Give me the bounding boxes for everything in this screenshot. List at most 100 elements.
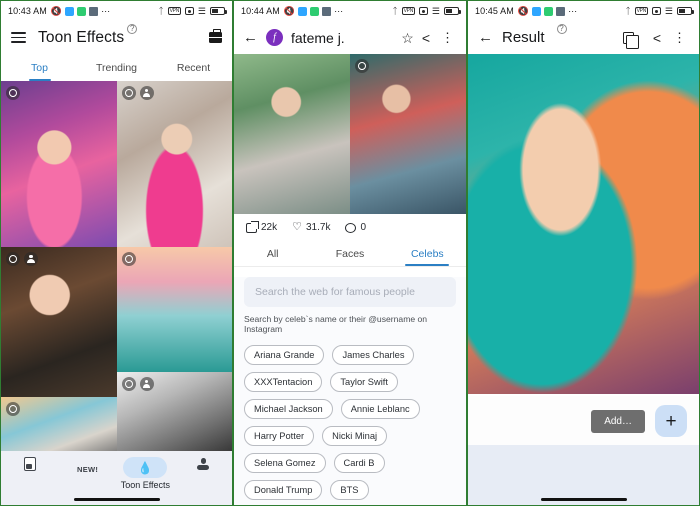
grid-item[interactable] [1,397,117,453]
search-hint-text: Search by celeb`s name or their @usernam… [244,314,428,334]
cast-icon [651,7,661,15]
help-icon[interactable]: ? [556,24,567,34]
nav-item-new[interactable]: NEW! [59,457,117,474]
green-app-icon [77,6,87,16]
overflow-menu-icon[interactable]: ⋮ [438,31,457,44]
home-indicator [73,497,160,501]
photo-original[interactable] [234,54,350,214]
more-dots-icon: ⋯ [334,5,344,16]
status-bar-clock: 10:45 AM [475,6,514,16]
share-icon[interactable]: < [653,31,661,45]
phone-screen-result: 10:45 AM 🔇 ⋯ ᛏ VPN ☰ ← Result ? < ⋮ Add…… [467,0,700,506]
result-image-canvas[interactable] [468,54,699,394]
grid-item-badges [6,252,38,266]
wifi-icon: ☰ [197,5,206,16]
overflow-menu-icon[interactable]: ⋮ [670,31,689,44]
flame-icon: 💧 [137,460,153,475]
phone-screen-toon-effects: 10:43 AM 🔇 ⋯ ᛏ VPN ☰ Toon Effects ? Top … [0,0,233,506]
tab-faces[interactable]: Faces [311,241,388,266]
person-icon [139,86,154,100]
add-fab-button[interactable]: + [655,405,687,437]
vpn-icon: VPN [634,7,648,15]
status-bar: 10:44 AM 🔇 ⋯ ᛏ VPN ☰ [234,1,466,21]
nav-item-toon-effects-label: Toon Effects [120,480,171,490]
status-bar-notification-icons: 🔇 ⋯ [518,5,578,16]
celeb-chip[interactable]: Annie Leblanc [340,399,420,419]
face-icon [6,252,20,266]
status-bar-clock: 10:44 AM [241,6,280,16]
back-arrow-icon[interactable]: ← [243,30,258,45]
celeb-chip[interactable]: Ariana Grande [244,345,325,365]
celeb-chip[interactable]: Taylor Swift [330,372,398,392]
celeb-chip[interactable]: Michael Jackson [244,399,333,419]
result-image [468,54,699,394]
tab-celebs[interactable]: Celebs [389,241,466,266]
grid-item[interactable] [1,247,117,397]
mute-icon: 🔇 [283,5,296,16]
grid-item[interactable] [1,81,117,247]
briefcase-icon[interactable] [209,29,222,43]
comment-stat[interactable]: 0 [345,222,366,233]
post-stats: 22k ♡ 31.7k 0 [234,214,466,241]
celeb-chip[interactable]: James Charles [332,345,415,365]
result-action-bar: Add… + [468,396,699,446]
status-bar-clock: 10:43 AM [8,6,47,16]
add-button[interactable]: Add… [591,409,645,433]
nav-item-gallery[interactable] [1,457,59,471]
like-stat[interactable]: ♡ 31.7k [292,222,330,234]
tab-recent[interactable]: Recent [155,54,232,81]
thumbnail-image [1,81,117,247]
photo-toonified[interactable] [350,54,466,214]
grey-app-icon [322,6,332,16]
share-icon [246,220,259,233]
share-count: 22k [261,222,278,233]
tab-top[interactable]: Top [1,54,78,81]
celeb-chip[interactable]: XXXTentacion [244,372,323,392]
grey-app-icon [89,6,99,16]
tab-bar: Top Trending Recent [1,54,232,81]
search-input[interactable]: Search the web for famous people [244,277,456,307]
celeb-chip[interactable]: Donald Trump [244,480,323,500]
thumbnail-image [1,247,117,397]
copy-icon[interactable] [622,31,640,49]
comment-bubble-icon [345,222,357,233]
celeb-chip[interactable]: Selena Gomez [244,453,326,473]
nav-item-toon-effects[interactable]: 💧 Toon Effects [117,457,175,490]
cast-icon [418,7,428,15]
grey-app-icon [556,6,566,16]
page-title: fateme j. [291,29,345,46]
person-icon [139,377,154,391]
bluetooth-icon: ᛏ [392,5,398,16]
photo-badges [355,59,369,73]
tab-all[interactable]: All [234,241,311,266]
photo-image [234,54,350,214]
grid-item-badges [6,86,20,100]
star-icon[interactable]: ☆ [401,31,414,45]
nav-item-profile[interactable] [174,457,232,471]
status-bar-system-icons: ᛏ VPN ☰ [392,5,461,16]
more-dots-icon: ⋯ [101,5,111,16]
menu-icon[interactable] [11,32,26,43]
celeb-chip[interactable]: Cardi B [333,453,385,473]
page-title: Toon Effects [38,28,125,46]
tab-bar: All Faces Celebs [234,241,466,267]
grid-item[interactable] [116,372,232,453]
face-icon [6,86,20,100]
help-icon[interactable]: ? [127,24,138,34]
celeb-chip[interactable]: Nicki Minaj [322,426,388,446]
grid-item[interactable] [116,247,232,372]
tab-trending[interactable]: Trending [78,54,155,81]
back-arrow-icon[interactable]: ← [478,30,493,45]
grid-item-badges [121,377,154,391]
battery-icon [677,7,694,15]
celeb-chip[interactable]: Harry Potter [244,426,315,446]
cast-icon [184,7,194,15]
celeb-chip[interactable]: BTS [330,480,369,500]
share-stat[interactable]: 22k [246,220,278,233]
share-icon[interactable]: < [422,31,430,45]
green-app-icon [544,6,554,16]
grid-item[interactable] [116,81,232,247]
more-dots-icon: ⋯ [568,5,578,16]
avatar[interactable]: f [266,29,283,46]
status-bar: 10:45 AM 🔇 ⋯ ᛏ VPN ☰ [468,1,699,21]
